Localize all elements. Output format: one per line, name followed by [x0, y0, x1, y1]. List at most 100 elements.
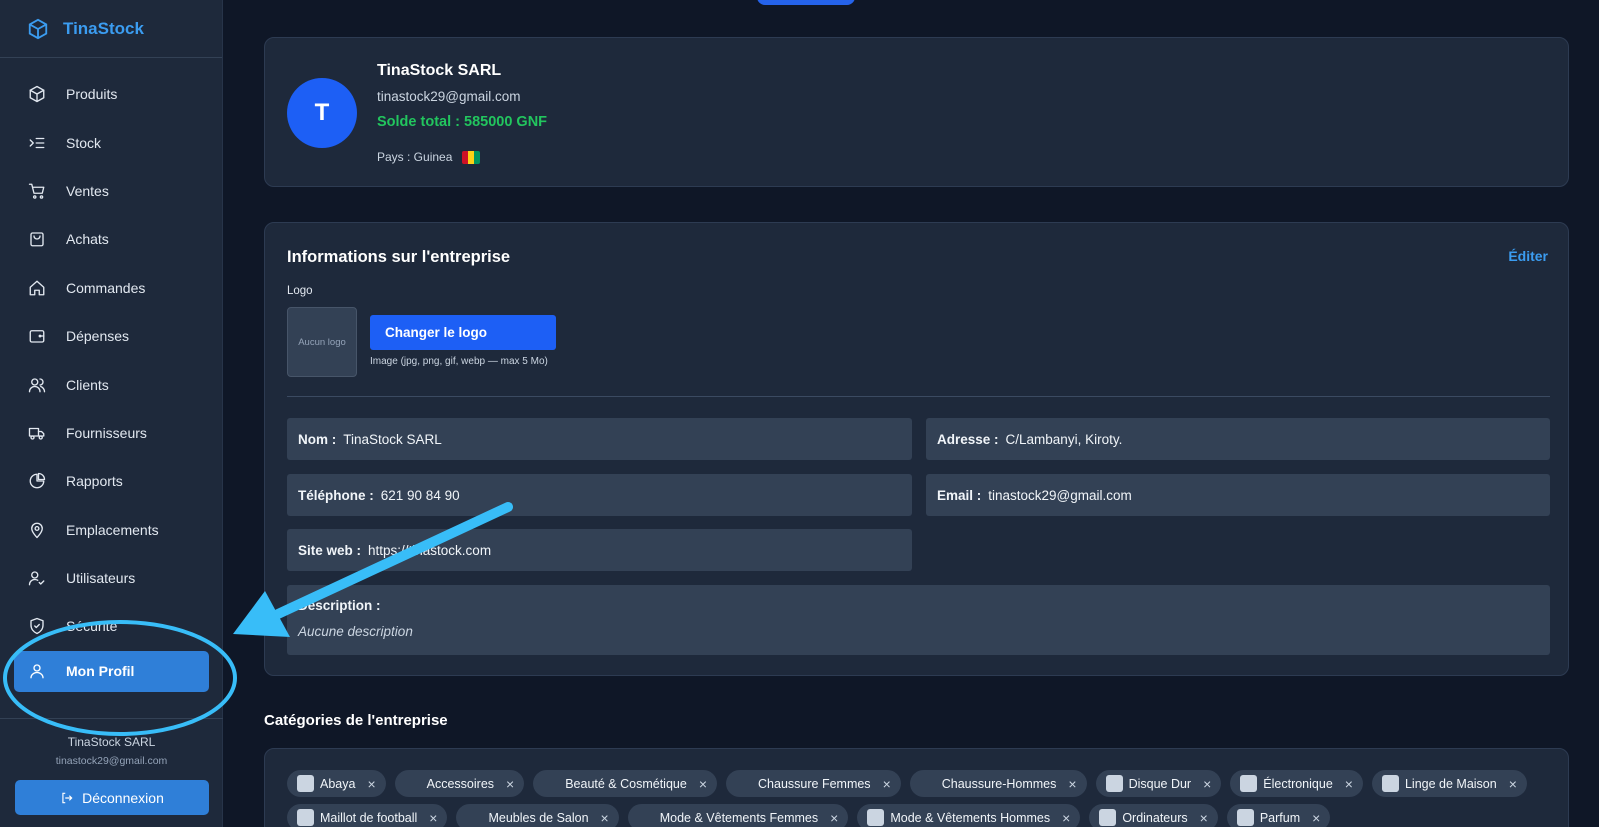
remove-category-icon[interactable]: ×: [1200, 810, 1208, 826]
map-pin-icon: [31, 522, 43, 538]
category-chip[interactable]: Parfum ×: [1226, 804, 1331, 827]
category-chip[interactable]: Disque Dur ×: [1095, 770, 1222, 797]
category-chip[interactable]: Meubles de Salon ×: [456, 804, 619, 827]
sidebar-item-fournisseurs[interactable]: Fournisseurs: [0, 409, 223, 457]
remove-category-icon[interactable]: ×: [1509, 776, 1517, 792]
logout-button[interactable]: Déconnexion: [15, 780, 209, 815]
remove-category-icon[interactable]: ×: [1203, 776, 1211, 792]
shield-icon: [30, 618, 44, 635]
categories-card: Abaya × Accessoires × Beauté & Cosmétique × Ch…: [264, 748, 1569, 827]
profile-country: Pays : Guinea: [377, 150, 481, 164]
sidebar-item-label: Rapports: [66, 473, 123, 490]
remove-category-icon[interactable]: ×: [601, 810, 609, 826]
category-label: Accessoires: [426, 776, 495, 791]
category-chip[interactable]: Maillot de football ×: [287, 804, 448, 827]
sidebar-footer: TinaStock SARL tinastock29@gmail.com Déc…: [0, 718, 223, 815]
field-telephone: Téléphone : 621 90 84 90: [287, 474, 912, 516]
sidebar-item-commandes[interactable]: Commandes: [0, 264, 223, 312]
category-chip[interactable]: Ordinateurs ×: [1089, 804, 1218, 827]
field-description: Description : Aucune description: [287, 585, 1550, 655]
change-logo-button[interactable]: Changer le logo: [370, 315, 556, 350]
profile-email: tinastock29@gmail.com: [377, 89, 521, 104]
remove-category-icon[interactable]: ×: [367, 776, 375, 792]
edit-button[interactable]: Éditer: [1508, 248, 1548, 264]
category-thumbnail: [1099, 809, 1117, 826]
remove-category-icon[interactable]: ×: [429, 810, 437, 826]
sidebar-item-produits[interactable]: Produits: [0, 70, 223, 118]
guinea-flag-icon: [462, 150, 481, 164]
category-chip[interactable]: Mode & Vêtements Hommes ×: [857, 804, 1081, 827]
category-chip[interactable]: Mode & Vêtements Femmes ×: [627, 804, 849, 827]
wallet-icon: [29, 330, 45, 343]
sidebar-item-emplacements[interactable]: Emplacements: [0, 506, 223, 554]
sidebar-item-securite[interactable]: Sécurité: [0, 602, 223, 650]
logo-placeholder: Aucun logo: [287, 307, 357, 377]
category-chip[interactable]: Chaussure Femmes ×: [726, 770, 901, 797]
logo-hint: Image (jpg, png, gif, webp — max 5 Mo): [370, 356, 548, 367]
category-thumbnail: [920, 775, 936, 792]
category-chip[interactable]: Chaussure-Hommes ×: [909, 770, 1087, 797]
field-site-value[interactable]: https://tinastock.com: [368, 543, 491, 558]
sidebar-item-label: Clients: [66, 376, 109, 393]
logo-label: Logo: [287, 285, 313, 297]
remove-category-icon[interactable]: ×: [883, 776, 891, 792]
sidebar-item-label: Emplacements: [66, 521, 159, 538]
category-chip[interactable]: Abaya ×: [287, 770, 386, 797]
sidebar-item-depenses[interactable]: Dépenses: [0, 312, 223, 360]
category-label: Linge de Maison: [1404, 776, 1497, 791]
top-action-button[interactable]: [757, 0, 855, 5]
sidebar-item-ventes[interactable]: Ventes: [0, 167, 223, 215]
category-label: Beauté & Cosmétique: [565, 776, 687, 791]
category-chip[interactable]: Linge de Maison ×: [1371, 770, 1527, 797]
cart-icon: [28, 183, 45, 199]
remove-category-icon[interactable]: ×: [506, 776, 514, 792]
profile-balance: Solde total : 585000 GNF: [377, 114, 548, 130]
sidebar-item-achats[interactable]: Achats: [0, 215, 223, 263]
brand[interactable]: TinaStock: [0, 0, 222, 58]
category-thumbnail: [736, 775, 752, 792]
avatar: T: [287, 78, 357, 148]
field-adresse: Adresse : C/Lambanyi, Kiroty.: [926, 418, 1550, 460]
sidebar-item-label: Mon Profil: [66, 663, 135, 680]
home-icon: [29, 280, 45, 296]
remove-category-icon[interactable]: ×: [830, 810, 838, 826]
remove-category-icon[interactable]: ×: [1345, 776, 1353, 792]
sidebar-item-stock[interactable]: Stock: [0, 118, 223, 166]
category-label: Maillot de football: [320, 810, 418, 825]
sidebar-item-mon-profil[interactable]: Mon Profil: [14, 650, 209, 692]
category-chip[interactable]: Accessoires ×: [394, 770, 525, 797]
category-chip[interactable]: Beauté & Cosmétique ×: [533, 770, 718, 797]
category-thumbnail: [1105, 775, 1123, 792]
category-thumbnail: [297, 809, 314, 826]
sidebar-item-utilisateurs[interactable]: Utilisateurs: [0, 554, 223, 602]
remove-category-icon[interactable]: ×: [1062, 810, 1070, 826]
category-chip[interactable]: Électronique ×: [1230, 770, 1363, 797]
sidebar-item-clients[interactable]: Clients: [0, 360, 223, 408]
field-nom: Nom : TinaStock SARL: [287, 418, 912, 460]
user-icon: [30, 664, 44, 679]
company-info-title: Informations sur l'entreprise: [287, 248, 511, 266]
logout-icon: [62, 792, 73, 803]
sidebar-item-label: Sécurité: [66, 618, 118, 635]
logout-label: Déconnexion: [82, 789, 164, 806]
user-check-icon: [28, 571, 45, 586]
field-description-label: Description :: [298, 598, 381, 613]
list-indent-icon: [29, 137, 45, 148]
field-nom-label: Nom :: [298, 431, 337, 447]
profile-name: TinaStock SARL: [377, 62, 502, 79]
category-thumbnail: [638, 809, 654, 826]
sidebar-user-email: tinastock29@gmail.com: [55, 755, 168, 767]
sidebar-item-label: Commandes: [66, 279, 146, 296]
sidebar-item-rapports[interactable]: Rapports: [0, 457, 223, 505]
shopping-bag-icon: [30, 232, 44, 247]
field-description-value: Aucune description: [298, 624, 413, 639]
sidebar-item-label: Produits: [66, 86, 118, 103]
remove-category-icon[interactable]: ×: [699, 776, 707, 792]
company-info-card: Informations sur l'entreprise Éditer Log…: [264, 222, 1569, 676]
category-thumbnail: [466, 809, 482, 826]
sidebar-item-label: Stock: [66, 134, 102, 151]
remove-category-icon[interactable]: ×: [1068, 776, 1076, 792]
field-email-value: tinastock29@gmail.com: [988, 487, 1132, 503]
category-label: Parfum: [1259, 810, 1301, 825]
remove-category-icon[interactable]: ×: [1312, 810, 1320, 826]
